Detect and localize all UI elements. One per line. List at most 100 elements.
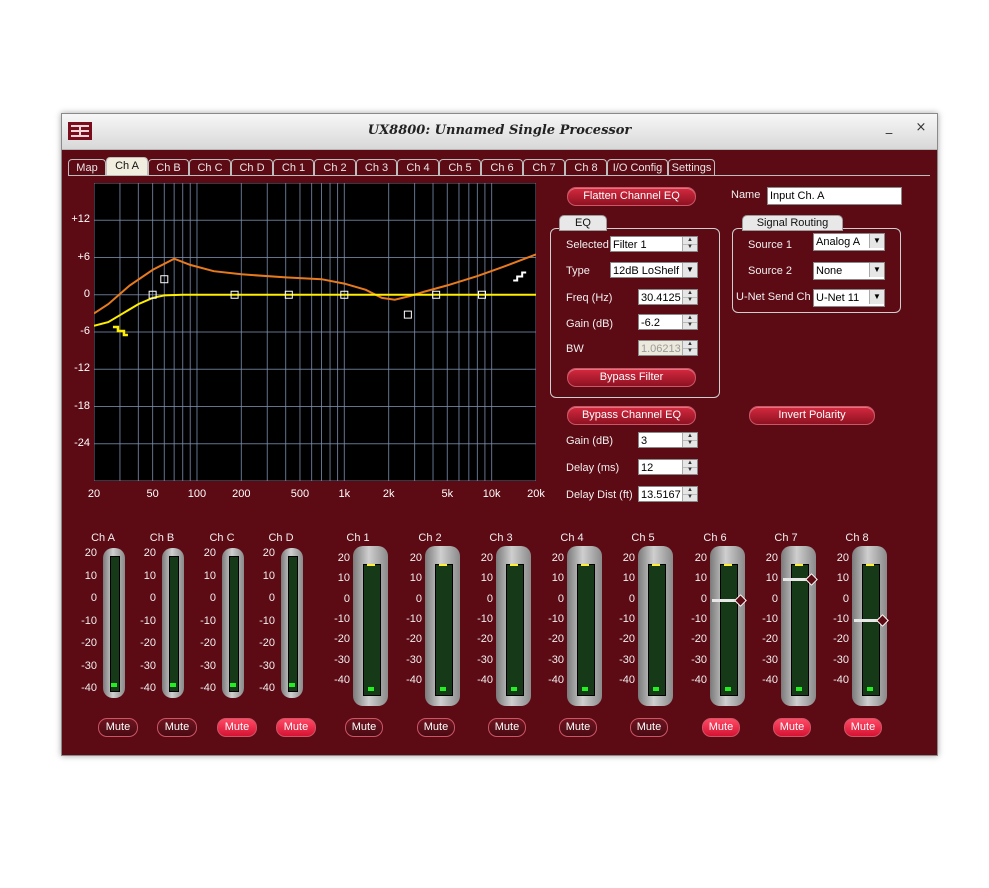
eq-graph[interactable] xyxy=(94,183,536,481)
meter-scale-label: -30 xyxy=(548,653,564,666)
spinner-icon[interactable]: ▲ ▼ xyxy=(682,433,697,447)
mute-button[interactable]: Mute xyxy=(844,718,882,737)
spinner-icon[interactable]: ▲ ▼ xyxy=(682,315,697,329)
meter-scale-label: 10 xyxy=(409,572,422,585)
spinner-icon[interactable]: ▲ ▼ xyxy=(682,460,697,474)
signal-indicator xyxy=(866,687,873,691)
selected-filter-spinner[interactable]: Filter 1 ▲ ▼ xyxy=(610,236,698,252)
tab-ch-a[interactable]: Ch A xyxy=(106,157,148,176)
level-meter xyxy=(861,564,880,696)
filter-type-select[interactable]: 12dB LoShelf ▼ xyxy=(610,262,698,278)
selected-label: Selected xyxy=(566,239,609,251)
tab-map[interactable]: Map xyxy=(68,159,106,176)
tab-ch-d[interactable]: Ch D xyxy=(231,159,273,176)
channel-strip: Ch 5 20 10 0 -10 -20 -30 -40 Mute xyxy=(613,532,673,746)
meter-scale-label: -40 xyxy=(619,673,635,686)
title-bar[interactable]: UX8800: Unnamed Single Processor _ × xyxy=(62,114,937,150)
meter-scale-label: -30 xyxy=(81,659,97,672)
channel-gain-spinner[interactable]: 3 ▲ ▼ xyxy=(638,432,698,448)
strip-name: Ch 1 xyxy=(346,532,370,544)
mute-button[interactable]: Mute xyxy=(702,718,740,737)
filter-gain-spinner[interactable]: -6.2 ▲ ▼ xyxy=(638,314,698,330)
meter-scale-label: -10 xyxy=(548,612,564,625)
source2-select[interactable]: None ▼ xyxy=(813,262,885,280)
meter-scale-label: -40 xyxy=(406,673,422,686)
signal-indicator xyxy=(439,687,446,691)
mute-button[interactable]: Mute xyxy=(276,718,316,737)
tab-i-o-config[interactable]: I/O Config xyxy=(607,159,668,176)
channel-name-input[interactable]: Input Ch. A xyxy=(767,187,902,205)
freq-label: Freq (Hz) xyxy=(566,292,613,304)
tab-ch-5[interactable]: Ch 5 xyxy=(439,159,481,176)
minimize-button[interactable]: _ xyxy=(880,120,898,138)
meter-scale-label: 10 xyxy=(143,569,156,582)
signal-indicator xyxy=(795,687,802,691)
source2-value: None xyxy=(816,265,843,277)
unet-send-select[interactable]: U-Net 11 ▼ xyxy=(813,289,885,307)
meter-scale-label: -30 xyxy=(259,659,275,672)
tab-ch-8[interactable]: Ch 8 xyxy=(565,159,607,176)
tab-ch-b[interactable]: Ch B xyxy=(148,159,189,176)
bw-value: 1.06213 xyxy=(641,343,681,355)
x-axis-label: 5k xyxy=(441,488,454,500)
meter-scale-label: -40 xyxy=(259,682,275,694)
source1-select[interactable]: Analog A ▼ xyxy=(813,233,885,251)
tab-ch-1[interactable]: Ch 1 xyxy=(273,159,314,176)
lo-shelf-marker-icon xyxy=(112,325,128,337)
meter-scale-label: -40 xyxy=(833,673,849,686)
chevron-down-icon[interactable]: ▼ xyxy=(869,263,884,277)
mute-button[interactable]: Mute xyxy=(157,718,197,737)
y-axis-label: -12 xyxy=(74,362,90,375)
meter-scale-label: -20 xyxy=(81,637,97,649)
level-meter xyxy=(169,556,179,692)
meter-scale-label: -20 xyxy=(334,633,350,646)
spinner-icon[interactable]: ▲ ▼ xyxy=(682,290,697,304)
meter-scale-label: 10 xyxy=(694,572,707,585)
y-axis-label: +12 xyxy=(71,213,90,226)
close-button[interactable]: × xyxy=(912,120,930,138)
tab-ch-3[interactable]: Ch 3 xyxy=(356,159,397,176)
channel-gain-label: Gain (dB) xyxy=(566,435,614,447)
channel-strip: Ch 2 20 10 0 -10 -20 -30 -40 Mute xyxy=(400,532,460,746)
delay-dist-spinner[interactable]: 13.5167 ▲ ▼ xyxy=(638,486,698,502)
strip-name: Ch 6 xyxy=(703,532,727,544)
tab-ch-c[interactable]: Ch C xyxy=(189,159,231,176)
chevron-down-icon[interactable]: ▼ xyxy=(869,290,884,304)
channel-strip: Ch 7 20 10 0 -10 -20 -30 -40 Mute xyxy=(756,532,818,746)
chevron-down-icon[interactable]: ▼ xyxy=(869,234,884,248)
bypass-channel-eq-button[interactable]: Bypass Channel EQ xyxy=(567,406,696,425)
chevron-down-icon[interactable]: ▼ xyxy=(682,263,697,277)
bypass-filter-button[interactable]: Bypass Filter xyxy=(567,368,696,387)
meter-scale-label: 20 xyxy=(203,547,216,559)
meter-scale-label: -20 xyxy=(691,633,707,646)
mute-button[interactable]: Mute xyxy=(630,718,668,737)
y-axis-label: -24 xyxy=(74,436,90,449)
mute-button[interactable]: Mute xyxy=(488,718,526,737)
meter-scale-label: 20 xyxy=(551,552,564,564)
spinner-icon[interactable]: ▲ ▼ xyxy=(682,237,697,251)
meter-scale-label: 20 xyxy=(143,547,156,559)
tab-settings[interactable]: Settings xyxy=(668,159,715,176)
tab-ch-7[interactable]: Ch 7 xyxy=(523,159,565,176)
level-meter xyxy=(229,556,239,692)
mute-button[interactable]: Mute xyxy=(559,718,597,737)
meter-scale-label: -20 xyxy=(200,637,216,649)
meter-scale-label: -30 xyxy=(334,653,350,666)
freq-spinner[interactable]: 30.4125 ▲ ▼ xyxy=(638,289,698,305)
invert-polarity-button[interactable]: Invert Polarity xyxy=(749,406,875,425)
mute-button[interactable]: Mute xyxy=(345,718,383,737)
delay-spinner[interactable]: 12 ▲ ▼ xyxy=(638,459,698,475)
spinner-icon[interactable]: ▲ ▼ xyxy=(682,487,697,501)
meter-scale-label: -10 xyxy=(406,612,422,625)
tab-ch-6[interactable]: Ch 6 xyxy=(481,159,523,176)
tab-ch-2[interactable]: Ch 2 xyxy=(314,159,356,176)
flatten-channel-eq-button[interactable]: Flatten Channel EQ xyxy=(567,187,696,206)
mute-button[interactable]: Mute xyxy=(773,718,811,737)
filter-gain-value: -6.2 xyxy=(641,317,660,329)
channel-strip: Ch D 20 10 0 -10 -20 -30 -40 Mute xyxy=(251,532,316,746)
tab-ch-4[interactable]: Ch 4 xyxy=(397,159,439,176)
strip-name: Ch 7 xyxy=(774,532,798,544)
filter-handle[interactable] xyxy=(403,310,412,319)
bw-spinner: 1.06213 ▲ ▼ xyxy=(638,340,698,356)
mute-button[interactable]: Mute xyxy=(417,718,455,737)
